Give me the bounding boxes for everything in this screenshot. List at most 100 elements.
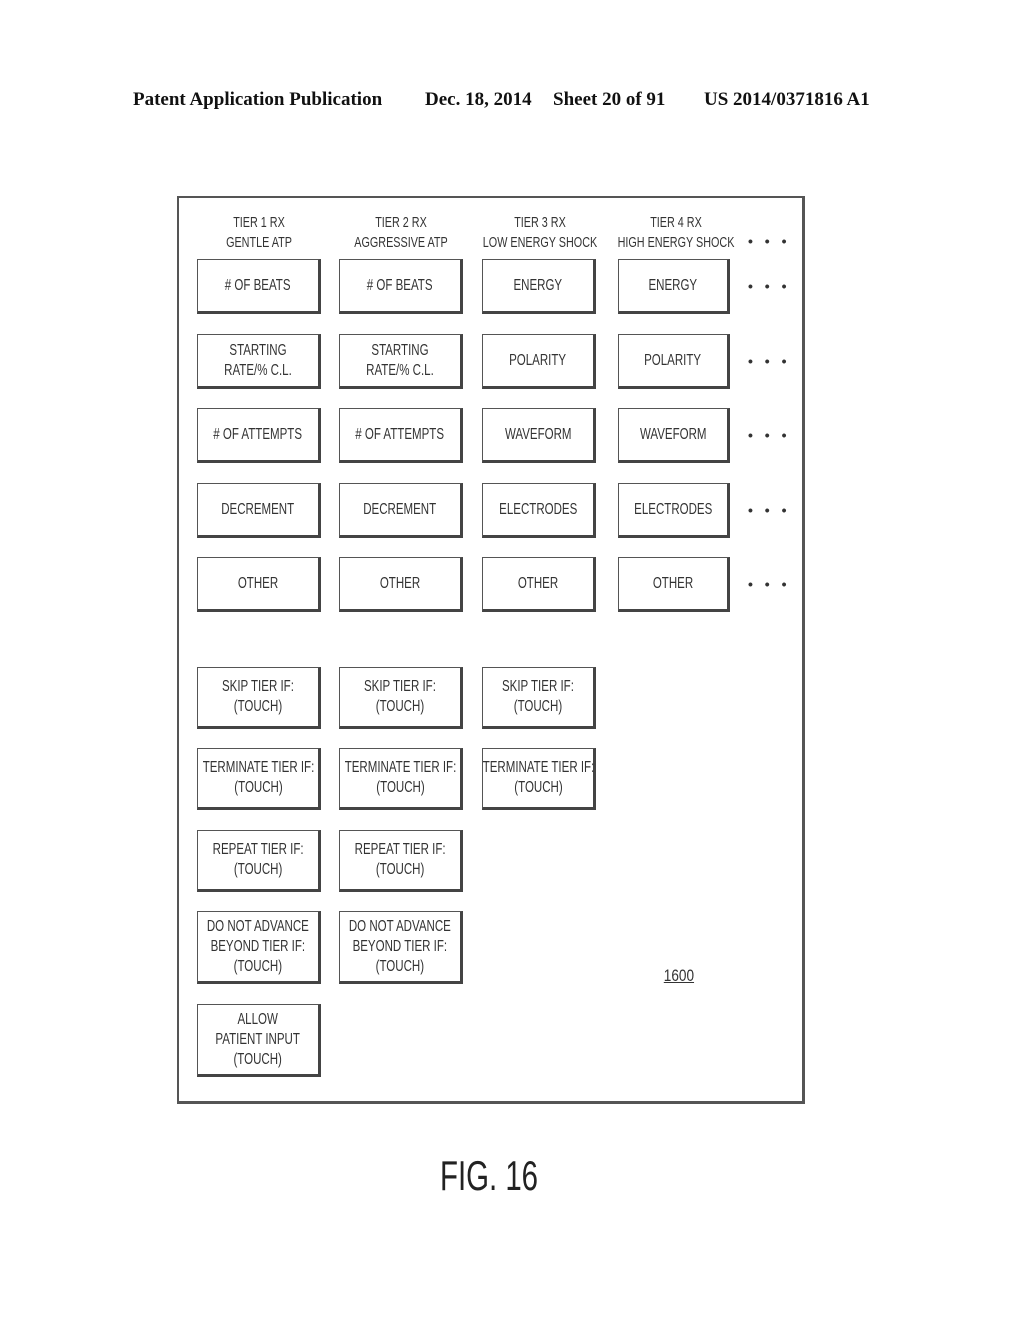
tier-therapy: AGGRESSIVE ATP: [354, 234, 448, 251]
condition-label: SKIP TIER IF: (TOUCH): [350, 677, 450, 717]
condition-label: REPEAT TIER IF: (TOUCH): [337, 840, 463, 880]
label-line: POLARITY: [644, 351, 702, 369]
condition-button[interactable]: TERMINATE TIER IF: (TOUCH): [339, 748, 463, 810]
parameter-label: # OF BEATS: [212, 276, 303, 296]
parameter-button[interactable]: DECREMENT: [339, 483, 463, 538]
parameter-button[interactable]: STARTING RATE/% C.L.: [339, 334, 463, 389]
label-line: DECREMENT: [221, 500, 295, 518]
tier-column-header: TIER 4 RX HIGH ENERGY SHOCK: [604, 213, 748, 253]
parameter-button[interactable]: OTHER: [618, 557, 730, 612]
label-line: (TOUCH): [233, 861, 283, 878]
condition-label: TERMINATE TIER IF: (TOUCH): [323, 758, 478, 798]
parameter-button[interactable]: ELECTRODES: [618, 483, 730, 538]
label-line: (TOUCH): [375, 779, 425, 796]
label-line: WAVEFORM: [639, 425, 707, 443]
parameter-button[interactable]: DECREMENT: [197, 483, 321, 538]
parameter-label: OTHER: [645, 574, 701, 594]
parameter-label: # OF ATTEMPTS: [196, 425, 319, 445]
tier-column-header: TIER 3 RX LOW ENERGY SHOCK: [468, 213, 612, 253]
parameter-button[interactable]: POLARITY: [482, 334, 596, 389]
label-line: ELECTRODES: [498, 500, 578, 518]
publication-date: Dec. 18, 2014: [425, 89, 532, 110]
parameter-label: ELECTRODES: [484, 500, 592, 520]
condition-button[interactable]: DO NOT ADVANCE BEYOND TIER IF: (TOUCH): [339, 911, 463, 984]
label-line: (TOUCH): [513, 779, 563, 796]
parameter-button[interactable]: # OF ATTEMPTS: [197, 408, 321, 463]
condition-label: SKIP TIER IF: (TOUCH): [488, 677, 588, 717]
reference-numeral: 1600: [663, 966, 695, 985]
label-line: WAVEFORM: [504, 425, 572, 443]
parameter-label: ENERGY: [639, 276, 707, 296]
parameter-label: WAVEFORM: [492, 425, 584, 445]
condition-label: REPEAT TIER IF: (TOUCH): [195, 840, 321, 880]
label-line: RATE/% C.L.: [366, 361, 434, 379]
label-line: DO NOT ADVANCE: [349, 917, 451, 935]
parameter-label: OTHER: [372, 574, 428, 594]
parameter-button[interactable]: # OF BEATS: [197, 259, 321, 314]
parameter-button[interactable]: WAVEFORM: [482, 408, 596, 463]
label-line: POLARITY: [509, 351, 567, 369]
label-line: SKIP TIER IF:: [222, 678, 294, 695]
parameter-button[interactable]: STARTING RATE/% C.L.: [197, 334, 321, 389]
label-line: DO NOT ADVANCE: [207, 917, 309, 935]
tier-name: TIER 1 RX: [233, 214, 285, 231]
more-tiers-ellipsis: • • •: [748, 502, 791, 518]
parameter-label: OTHER: [510, 574, 566, 594]
parameter-button[interactable]: ELECTRODES: [482, 483, 596, 538]
label-line: STARTING: [371, 341, 429, 359]
label-line: REPEAT TIER IF:: [354, 841, 446, 858]
parameter-button[interactable]: ENERGY: [618, 259, 730, 314]
label-line: # OF ATTEMPTS: [213, 425, 303, 443]
patent-number: US 2014/0371816 A1: [704, 89, 870, 110]
label-line: REPEAT TIER IF:: [212, 841, 304, 858]
label-line: BEYOND TIER IF:: [210, 937, 306, 955]
label-line: STARTING: [229, 341, 287, 359]
label-line: SKIP TIER IF:: [502, 678, 574, 695]
parameter-button[interactable]: POLARITY: [618, 334, 730, 389]
condition-label: DO NOT ADVANCE BEYOND TIER IF: (TOUCH): [187, 917, 329, 977]
tier-name: TIER 4 RX: [650, 214, 702, 231]
parameter-button[interactable]: ENERGY: [482, 259, 596, 314]
parameter-button[interactable]: OTHER: [482, 557, 596, 612]
parameter-button[interactable]: # OF BEATS: [339, 259, 463, 314]
tier-column-header: TIER 1 RX GENTLE ATP: [187, 213, 331, 253]
condition-button[interactable]: SKIP TIER IF: (TOUCH): [197, 667, 321, 729]
label-line: # OF BEATS: [367, 276, 433, 294]
publication-title: Patent Application Publication: [133, 89, 383, 110]
sheet-number: Sheet 20 of 91: [553, 89, 666, 110]
condition-button[interactable]: ALLOW PATIENT INPUT (TOUCH): [197, 1004, 321, 1077]
condition-label: TERMINATE TIER IF: (TOUCH): [461, 758, 616, 798]
label-line: TERMINATE TIER IF:: [344, 759, 456, 776]
condition-button[interactable]: SKIP TIER IF: (TOUCH): [339, 667, 463, 729]
label-line: DECREMENT: [363, 500, 437, 518]
label-line: ENERGY: [513, 276, 563, 294]
parameter-label: # OF ATTEMPTS: [338, 425, 461, 445]
label-line: OTHER: [379, 574, 421, 592]
condition-label: TERMINATE TIER IF: (TOUCH): [181, 758, 336, 798]
parameter-label: WAVEFORM: [627, 425, 719, 445]
parameter-button[interactable]: WAVEFORM: [618, 408, 730, 463]
tier-name: TIER 2 RX: [375, 214, 427, 231]
condition-button[interactable]: TERMINATE TIER IF: (TOUCH): [197, 748, 321, 810]
parameter-label: OTHER: [230, 574, 286, 594]
parameter-label: STARTING RATE/% C.L.: [353, 341, 447, 381]
figure-label: FIG. 16: [440, 1152, 539, 1199]
label-line: # OF BEATS: [225, 276, 291, 294]
label-line: OTHER: [517, 574, 559, 592]
parameter-button[interactable]: OTHER: [197, 557, 321, 612]
parameter-label: # OF BEATS: [354, 276, 445, 296]
tier-column-header: TIER 2 RX AGGRESSIVE ATP: [329, 213, 473, 253]
label-line: (TOUCH): [233, 779, 283, 796]
label-line: (TOUCH): [375, 957, 425, 975]
more-tiers-ellipsis: • • •: [748, 233, 791, 249]
condition-button[interactable]: TERMINATE TIER IF: (TOUCH): [482, 748, 596, 810]
label-line: TERMINATE TIER IF:: [482, 759, 594, 776]
condition-label: DO NOT ADVANCE BEYOND TIER IF: (TOUCH): [329, 917, 471, 977]
condition-button[interactable]: DO NOT ADVANCE BEYOND TIER IF: (TOUCH): [197, 911, 321, 984]
condition-button[interactable]: REPEAT TIER IF: (TOUCH): [339, 830, 463, 892]
parameter-button[interactable]: OTHER: [339, 557, 463, 612]
parameter-button[interactable]: # OF ATTEMPTS: [339, 408, 463, 463]
condition-button[interactable]: REPEAT TIER IF: (TOUCH): [197, 830, 321, 892]
condition-button[interactable]: SKIP TIER IF: (TOUCH): [482, 667, 596, 729]
label-line: (TOUCH): [233, 698, 283, 715]
